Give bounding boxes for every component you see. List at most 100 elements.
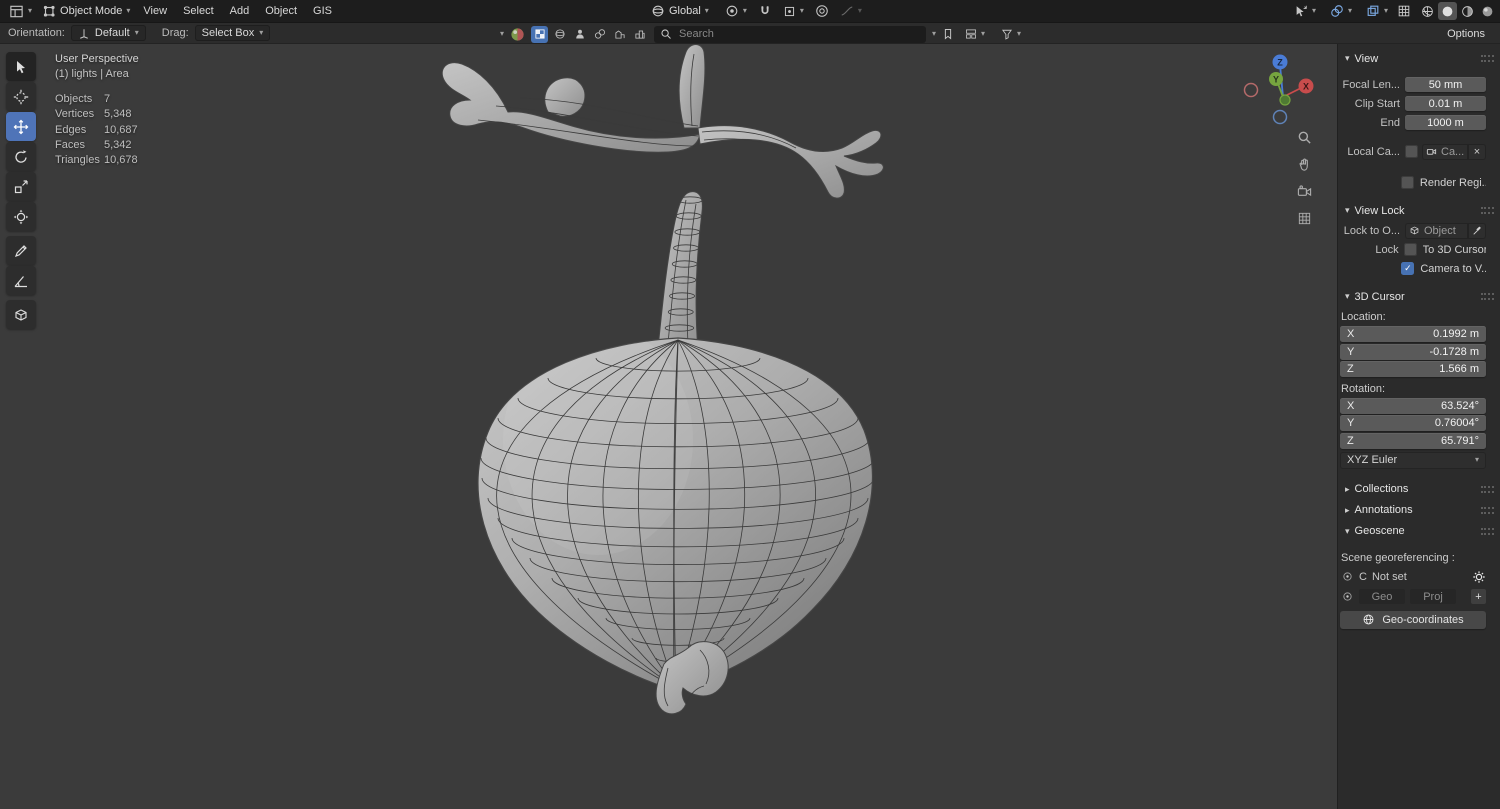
tool-move[interactable] (6, 112, 36, 141)
shading-mode-group (1418, 2, 1497, 20)
stat-vertices: Vertices 5,348 (55, 108, 132, 121)
shading-rendered-button[interactable] (1478, 2, 1497, 20)
shading-material-button[interactable] (1458, 2, 1477, 20)
local-camera-field[interactable]: Ca... (1422, 143, 1468, 160)
mode-selector[interactable]: Object Mode ▾ (37, 3, 135, 19)
chevron-down-icon: ▾ (857, 6, 862, 15)
menu-select[interactable]: Select (175, 0, 222, 22)
display-layout-dropdown[interactable]: ▾ (960, 27, 990, 41)
panel-header-3d-cursor[interactable]: ▾ 3D Cursor (1338, 286, 1500, 307)
geo-coordinates-button[interactable]: Geo-coordinates (1340, 610, 1486, 629)
tool-add-primitive[interactable] (6, 300, 36, 329)
focal-length-field[interactable]: 50 mm (1405, 77, 1486, 92)
cursor-rotation-x[interactable]: X 63.524° (1340, 397, 1486, 414)
tool-select-box[interactable] (6, 52, 36, 81)
material-preview-ball-icon[interactable] (510, 27, 525, 42)
panel-grip-icon[interactable] (1481, 527, 1494, 535)
panel-grip-icon[interactable] (1481, 55, 1494, 62)
cursor-location-x[interactable]: X 0.1992 m (1340, 326, 1486, 342)
lock-object-field[interactable]: Object (1405, 222, 1468, 239)
perspective-toggle-button[interactable] (1293, 207, 1315, 229)
proj-button[interactable]: Proj (1410, 589, 1456, 604)
lock-to-object-row: Lock to O... Object (1338, 221, 1500, 240)
proportional-falloff-dropdown[interactable]: ▾ (835, 3, 867, 19)
pan-hand-button[interactable] (1293, 153, 1315, 175)
clip-start-field[interactable]: 0.01 m (1405, 96, 1486, 111)
panel-header-view-lock[interactable]: ▾ View Lock (1338, 200, 1500, 221)
panel-grip-icon[interactable] (1481, 506, 1494, 514)
model-stem (657, 191, 703, 351)
camera-view-button[interactable] (1293, 180, 1315, 202)
chevron-down-icon: ▾ (134, 28, 139, 37)
menu-object[interactable]: Object (257, 0, 305, 22)
location-label: Location: (1341, 311, 1386, 323)
panel-header-geoscene[interactable]: ▾ Geoscene (1338, 521, 1500, 542)
cursor-location-z[interactable]: Z 1.566 m (1340, 361, 1486, 377)
zoom-tool-button[interactable] (1293, 126, 1315, 148)
chevron-down-icon[interactable]: ▾ (500, 30, 504, 38)
rotation-mode-dropdown[interactable]: XYZ Euler ▾ (1340, 451, 1486, 469)
transform-orientation-dropdown[interactable]: Global ▾ (646, 3, 714, 19)
menu-add[interactable]: Add (222, 0, 258, 22)
pivot-point-dropdown[interactable]: ▾ (720, 3, 752, 19)
to-3d-cursor-checkbox[interactable] (1403, 243, 1417, 256)
panel-grip-icon[interactable] (1481, 485, 1494, 493)
tool-rotate[interactable] (6, 142, 36, 171)
crs-settings-button[interactable] (1472, 570, 1486, 584)
overlays-icon (1330, 4, 1344, 18)
svg-text:Y: Y (1273, 75, 1279, 85)
search-options-caret[interactable]: ▾ (932, 30, 936, 38)
shading-solid-button[interactable] (1438, 2, 1457, 20)
axis-neg-y-ball (1279, 94, 1291, 106)
camera-to-view-checkbox[interactable]: ✓ (1401, 262, 1415, 275)
clear-local-camera-button[interactable]: × (1468, 143, 1486, 160)
cursor-rotation-y[interactable]: Y 0.76004° (1340, 415, 1486, 431)
lock-label: Lock (1375, 243, 1399, 256)
bookmark-icon[interactable] (942, 28, 954, 40)
menu-gis[interactable]: GIS (305, 0, 340, 22)
shading-wireframe-button[interactable] (1418, 2, 1437, 20)
silhouette-toggle-button[interactable] (571, 26, 588, 43)
panel-header-collections[interactable]: ▸ Collections (1338, 479, 1500, 500)
tool-scale[interactable] (6, 172, 36, 201)
cursor-location-y[interactable]: Y -0.1728 m (1340, 343, 1486, 360)
clip-end-field[interactable]: 1000 m (1405, 115, 1486, 130)
checker-toggle-button[interactable] (531, 25, 549, 43)
snap-settings-dropdown[interactable]: ▾ (778, 4, 809, 19)
spheres-pair-toggle-button[interactable] (591, 26, 608, 43)
sphere-toggle-button[interactable] (551, 26, 568, 43)
search-input[interactable] (677, 27, 921, 41)
chevron-down-icon: ▾ (1347, 6, 1352, 15)
orientation-setting-dropdown[interactable]: Default ▾ (70, 25, 146, 41)
building-toggle-button[interactable] (611, 26, 628, 43)
city-grid-toggle-button[interactable] (631, 26, 648, 43)
panel-grip-icon[interactable] (1481, 207, 1494, 214)
eyedropper-button[interactable] (1468, 222, 1486, 239)
tool-cursor[interactable] (6, 82, 36, 111)
filter-dropdown[interactable]: ▾ (996, 27, 1026, 41)
panel-header-view[interactable]: ▾ View (1338, 48, 1500, 69)
local-camera-checkbox[interactable] (1405, 145, 1418, 158)
tool-transform[interactable] (6, 202, 36, 231)
tool-measure[interactable] (6, 266, 36, 295)
layout-icon (965, 28, 977, 40)
navigation-gizmo[interactable]: Y Z X (1240, 50, 1330, 140)
ortho-grid-icon[interactable] (1397, 4, 1411, 18)
add-crs-button[interactable]: + (1471, 589, 1486, 604)
snap-toggle-button[interactable] (758, 4, 772, 18)
menu-view[interactable]: View (135, 0, 175, 22)
geo-button[interactable]: Geo (1359, 589, 1405, 604)
xray-dropdown[interactable]: ▾ (1361, 3, 1393, 19)
cursor-rotation-z[interactable]: Z 65.791° (1340, 432, 1486, 449)
tool-annotate[interactable] (6, 236, 36, 265)
render-region-checkbox[interactable] (1400, 176, 1414, 189)
show-gizmo-dropdown[interactable]: ▾ (1289, 3, 1321, 19)
options-button[interactable]: Options (1440, 25, 1492, 43)
proportional-editing-button[interactable] (815, 4, 829, 18)
drag-setting-dropdown[interactable]: Select Box ▾ (194, 25, 271, 41)
panel-header-annotations[interactable]: ▸ Annotations (1338, 500, 1500, 521)
editor-type-selector[interactable]: ▾ (4, 3, 37, 20)
model-branch-spur (678, 44, 706, 129)
show-overlays-dropdown[interactable]: ▾ (1325, 3, 1357, 19)
panel-grip-icon[interactable] (1481, 293, 1494, 300)
